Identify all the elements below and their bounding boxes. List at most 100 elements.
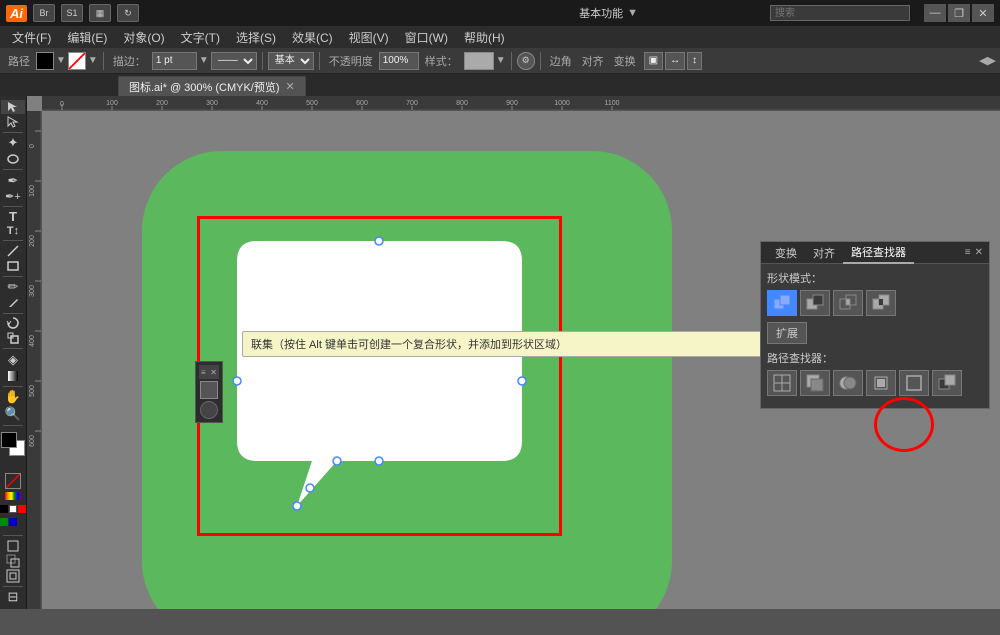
tab-pathfinder[interactable]: 路径查找器 bbox=[843, 242, 914, 264]
black-swatch[interactable] bbox=[0, 505, 8, 513]
fill-color[interactable] bbox=[36, 52, 54, 70]
rotate-tool[interactable] bbox=[1, 316, 25, 330]
lasso-tool[interactable] bbox=[1, 152, 25, 166]
screen-mode[interactable]: ⊟ bbox=[1, 589, 25, 605]
workspace-arrow[interactable]: ▼ bbox=[627, 7, 638, 19]
pen-add-tool[interactable]: ✒+ bbox=[1, 190, 25, 203]
variable-width-select[interactable]: 基本 bbox=[268, 52, 314, 70]
menu-bar: 文件(F) 编辑(E) 对象(O) 文字(T) 选择(S) 效果(C) 视图(V… bbox=[0, 26, 1000, 48]
draw-normal[interactable] bbox=[1, 539, 25, 553]
panel-close-icon[interactable]: ✕ bbox=[975, 247, 983, 258]
svg-text:1100: 1100 bbox=[604, 100, 619, 107]
red-swatch[interactable] bbox=[18, 505, 26, 513]
outline-button[interactable] bbox=[899, 370, 929, 396]
blend-tool[interactable]: ◈ bbox=[1, 352, 25, 368]
tab-transform[interactable]: 变换 bbox=[767, 243, 805, 263]
stroke-style-select[interactable]: —— bbox=[211, 52, 257, 70]
stroke-preview[interactable] bbox=[200, 381, 218, 399]
stroke-width-input[interactable] bbox=[152, 52, 197, 70]
menu-help[interactable]: 帮助(H) bbox=[456, 27, 513, 48]
scale-tool[interactable] bbox=[1, 331, 25, 345]
svg-text:300: 300 bbox=[29, 285, 36, 297]
opacity-input[interactable] bbox=[379, 52, 419, 70]
hand-tool[interactable]: ✋ bbox=[1, 389, 25, 405]
svg-text:1000: 1000 bbox=[554, 100, 570, 107]
panel-menu-icon[interactable]: ≡ bbox=[965, 247, 971, 258]
bridge-icon[interactable]: Br bbox=[33, 4, 55, 22]
shape-preview[interactable] bbox=[200, 401, 218, 419]
document-tab[interactable]: 图标.ai* @ 300% (CMYK/预览) ✕ bbox=[118, 76, 306, 96]
shape-mode-label: 形状模式： bbox=[767, 270, 983, 286]
style-swatch[interactable] bbox=[464, 52, 494, 70]
color-pair bbox=[1, 432, 25, 442]
close-button[interactable]: ✕ bbox=[972, 4, 994, 22]
pencil-tool[interactable] bbox=[1, 296, 25, 310]
vertical-type-tool[interactable]: T↕ bbox=[1, 225, 25, 237]
menu-file[interactable]: 文件(F) bbox=[4, 27, 59, 48]
menu-text[interactable]: 文字(T) bbox=[173, 27, 228, 48]
pen-tool[interactable]: ✒ bbox=[1, 173, 25, 189]
menu-edit[interactable]: 编辑(E) bbox=[59, 27, 115, 48]
path-label: 路径 bbox=[4, 53, 34, 69]
blue-swatch[interactable] bbox=[9, 518, 17, 526]
tab-close-button[interactable]: ✕ bbox=[286, 80, 295, 93]
menu-window[interactable]: 窗口(W) bbox=[397, 27, 456, 48]
minus-back-button[interactable] bbox=[932, 370, 962, 396]
line-tool[interactable] bbox=[1, 244, 25, 258]
brush-tool[interactable]: ✏ bbox=[1, 279, 25, 295]
ruler-vertical: 0 100 200 300 400 500 600 bbox=[27, 111, 42, 609]
merge-button[interactable] bbox=[833, 370, 863, 396]
settings-icon[interactable]: ⚙ bbox=[517, 52, 535, 70]
green-swatch[interactable] bbox=[0, 518, 8, 526]
svg-text:300: 300 bbox=[206, 100, 218, 107]
draw-behind[interactable] bbox=[1, 554, 25, 568]
none-color[interactable] bbox=[5, 473, 21, 489]
direct-selection-tool[interactable] bbox=[1, 115, 25, 129]
canvas-area[interactable]: 0 100 200 300 400 500 600 700 800 900 bbox=[27, 96, 1000, 609]
minus-front-button[interactable] bbox=[800, 290, 830, 316]
draw-inside[interactable] bbox=[1, 569, 25, 583]
gradient-tool[interactable] bbox=[1, 369, 25, 383]
unite-button[interactable] bbox=[767, 290, 797, 316]
menu-view[interactable]: 视图(V) bbox=[341, 27, 397, 48]
panel-collapse[interactable]: ◀▶ bbox=[979, 54, 996, 67]
selection-tool[interactable] bbox=[1, 100, 25, 114]
menu-effect[interactable]: 效果(C) bbox=[284, 27, 341, 48]
tooltip-text: 联集（按住 Alt 键单击可创建一个复合形状，并添加到形状区域） bbox=[251, 339, 567, 351]
tab-align[interactable]: 对齐 bbox=[805, 243, 843, 263]
divide-button[interactable] bbox=[767, 370, 797, 396]
menu-object[interactable]: 对象(O) bbox=[115, 27, 172, 48]
stock-icon[interactable]: S1 bbox=[61, 4, 83, 22]
color-gradient-bar[interactable] bbox=[5, 492, 21, 500]
title-bar: Ai Br S1 ▦ ↻ 基本功能 ▼ — ❐ ✕ bbox=[0, 0, 1000, 26]
crop-button[interactable] bbox=[866, 370, 896, 396]
small-panel-header: ≡ ✕ bbox=[199, 365, 219, 379]
toolbar-1: 路径 ▼ ▼ 描边： ▼ —— 基本 不透明度 样式： ▼ ⚙ 边角 对齐 变换… bbox=[0, 48, 1000, 74]
style-label: 样式： bbox=[421, 53, 462, 69]
transform-btn2[interactable]: ↔ bbox=[665, 52, 685, 70]
workspace-label: 基本功能 bbox=[579, 5, 623, 21]
exclude-button[interactable] bbox=[866, 290, 896, 316]
transform-btn3[interactable]: ↕ bbox=[687, 52, 702, 70]
workspace-icon[interactable]: ▦ bbox=[89, 4, 111, 22]
corner-label: 边角 bbox=[546, 53, 576, 69]
stroke-color[interactable] bbox=[68, 52, 86, 70]
transform-btn1[interactable]: ▣ bbox=[644, 52, 663, 70]
trim-button[interactable] bbox=[800, 370, 830, 396]
white-swatch[interactable] bbox=[9, 505, 17, 513]
magic-wand-tool[interactable]: ✦ bbox=[1, 135, 25, 151]
foreground-color[interactable] bbox=[1, 432, 17, 448]
intersect-button[interactable] bbox=[833, 290, 863, 316]
align-label: 对齐 bbox=[578, 53, 608, 69]
search-input[interactable] bbox=[770, 5, 910, 21]
ruler-horizontal: 0 100 200 300 400 500 600 700 800 900 bbox=[42, 96, 1000, 111]
svg-text:0: 0 bbox=[60, 101, 64, 108]
minimize-button[interactable]: — bbox=[924, 4, 946, 22]
rect-tool[interactable] bbox=[1, 259, 25, 273]
menu-select[interactable]: 选择(S) bbox=[228, 27, 284, 48]
sync-icon[interactable]: ↻ bbox=[117, 4, 139, 22]
maximize-button[interactable]: ❐ bbox=[948, 4, 970, 22]
zoom-tool[interactable]: 🔍 bbox=[1, 406, 25, 422]
type-tool[interactable]: T bbox=[1, 209, 25, 224]
expand-button[interactable]: 扩展 bbox=[767, 322, 807, 344]
